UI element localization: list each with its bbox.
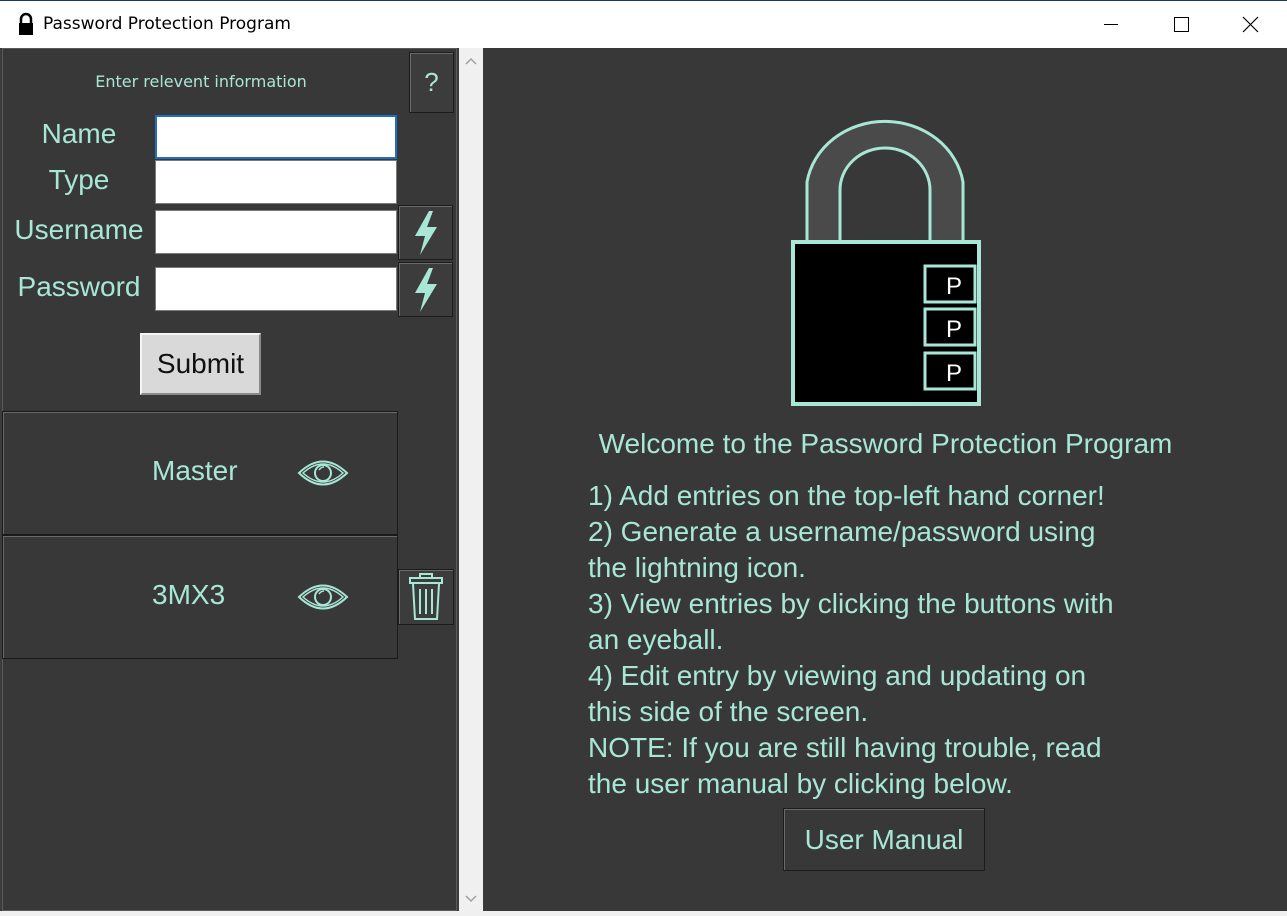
instruction-line: 4) Edit entry by viewing and updating on xyxy=(588,660,1087,691)
lock-label: P xyxy=(946,273,962,300)
instruction-line: 1) Add entries on the top-left hand corn… xyxy=(588,480,1105,511)
instruction-line: the lightning icon. xyxy=(588,552,806,583)
instruction-line: 2) Generate a username/password using xyxy=(588,516,1096,547)
form-instruction: Enter relevent information xyxy=(95,72,307,91)
instruction-line: an eyeball. xyxy=(588,624,724,655)
entry-label: 3MX3 xyxy=(152,579,226,610)
eye-icon xyxy=(297,584,349,610)
type-label: Type xyxy=(48,164,110,195)
lightning-icon xyxy=(414,267,437,312)
password-label: Password xyxy=(17,271,141,302)
lock-label: P xyxy=(946,360,962,387)
instructions: 1) Add entries on the top-left hand corn… xyxy=(588,478,1228,802)
generate-password-button[interactable] xyxy=(398,262,453,317)
lock-icon xyxy=(19,12,33,35)
padlock-icon: P P P xyxy=(791,119,981,406)
generate-username-button[interactable] xyxy=(398,205,453,260)
user-manual-button[interactable]: User Manual xyxy=(783,808,985,871)
maximize-icon xyxy=(1174,17,1189,32)
scrollbar[interactable] xyxy=(459,48,483,911)
lightning-icon xyxy=(414,210,437,255)
submit-button[interactable]: Submit xyxy=(140,333,261,395)
help-button[interactable]: ? xyxy=(409,52,454,113)
window-title: Password Protection Program xyxy=(43,14,291,34)
instruction-line: the user manual by clicking below. xyxy=(588,768,1013,799)
scroll-arrows-icon xyxy=(465,57,477,903)
eye-icon xyxy=(297,460,349,486)
type-field[interactable] xyxy=(155,160,397,204)
trash-icon xyxy=(409,573,443,620)
instruction-line: 3) View entries by clicking the buttons … xyxy=(588,588,1114,619)
minimize-icon xyxy=(1104,24,1118,25)
instruction-line: this side of the screen. xyxy=(588,696,869,727)
welcome-heading: Welcome to the Password Protection Progr… xyxy=(598,428,1173,459)
username-label: Username xyxy=(14,214,144,245)
instruction-line: NOTE: If you are still having trouble, r… xyxy=(588,732,1102,763)
delete-entry-button[interactable] xyxy=(398,569,454,625)
name-label: Name xyxy=(41,118,117,149)
close-icon xyxy=(1242,16,1259,33)
password-field[interactable] xyxy=(155,267,397,311)
name-field[interactable] xyxy=(155,115,397,159)
maximize-button[interactable] xyxy=(1146,0,1216,48)
entry-label: Master xyxy=(152,455,238,486)
minimize-button[interactable] xyxy=(1076,0,1146,48)
lock-label: P xyxy=(946,316,962,343)
close-button[interactable] xyxy=(1216,0,1286,48)
username-field[interactable] xyxy=(155,210,397,254)
